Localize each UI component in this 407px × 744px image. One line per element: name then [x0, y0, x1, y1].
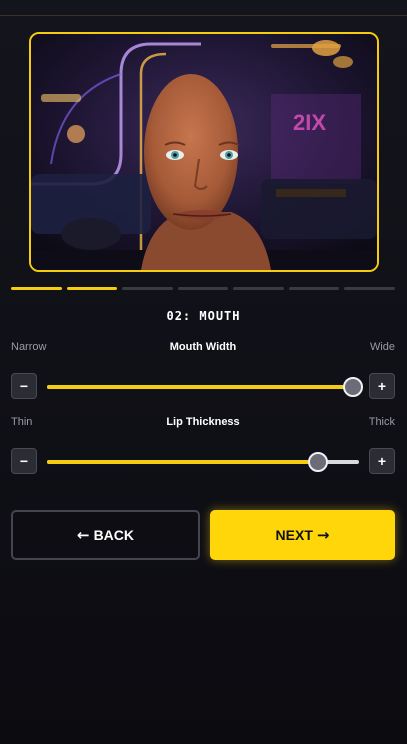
progress-segment [66, 287, 118, 290]
character-preview-image: 2IX [31, 34, 377, 270]
top-divider [0, 15, 407, 16]
mouth-width-slider-group: Narrow Mouth Width Wide − + [11, 341, 395, 401]
mouth-width-slider-thumb[interactable] [342, 377, 363, 397]
progress-segment [233, 287, 284, 290]
progress-segment [288, 287, 340, 290]
progress-segment [122, 287, 173, 290]
mouth-width-slider-track[interactable] [47, 377, 363, 397]
svg-text:2IX: 2IX [293, 110, 326, 135]
lip-thickness-decrease-button[interactable]: − [11, 448, 37, 474]
lip-thickness-increase-button[interactable]: + [369, 448, 395, 474]
character-preview: 2IX [29, 32, 379, 272]
mouth-width-slider-fill [47, 385, 353, 389]
step-title: 02: MOUTH [166, 309, 241, 323]
next-button[interactable]: NEXT → [210, 510, 395, 560]
slider-max-label: Thick [368, 416, 395, 428]
progress-segment [344, 287, 396, 290]
mouth-width-decrease-button[interactable]: − [11, 373, 37, 399]
lip-thickness-slider-track[interactable] [47, 452, 359, 472]
back-button-label: BACK [93, 527, 135, 543]
lip-thickness-slider-thumb[interactable] [308, 452, 329, 472]
lip-thickness-slider-group: Thin Lip Thickness Thick − + [11, 416, 395, 476]
step-progress [11, 287, 396, 291]
arrow-left-icon: ← [76, 526, 90, 544]
progress-segment [177, 287, 229, 290]
arrow-right-icon: → [316, 526, 330, 544]
next-button-label: NEXT [275, 527, 313, 543]
slider-max-label: Wide [369, 341, 395, 353]
mouth-width-increase-button[interactable]: + [369, 373, 395, 399]
progress-segment [11, 287, 62, 290]
slider-name: Lip Thickness [166, 416, 240, 428]
lip-thickness-slider-fill [47, 460, 319, 464]
slider-name: Mouth Width [169, 341, 237, 353]
back-button[interactable]: ← BACK [11, 510, 200, 560]
